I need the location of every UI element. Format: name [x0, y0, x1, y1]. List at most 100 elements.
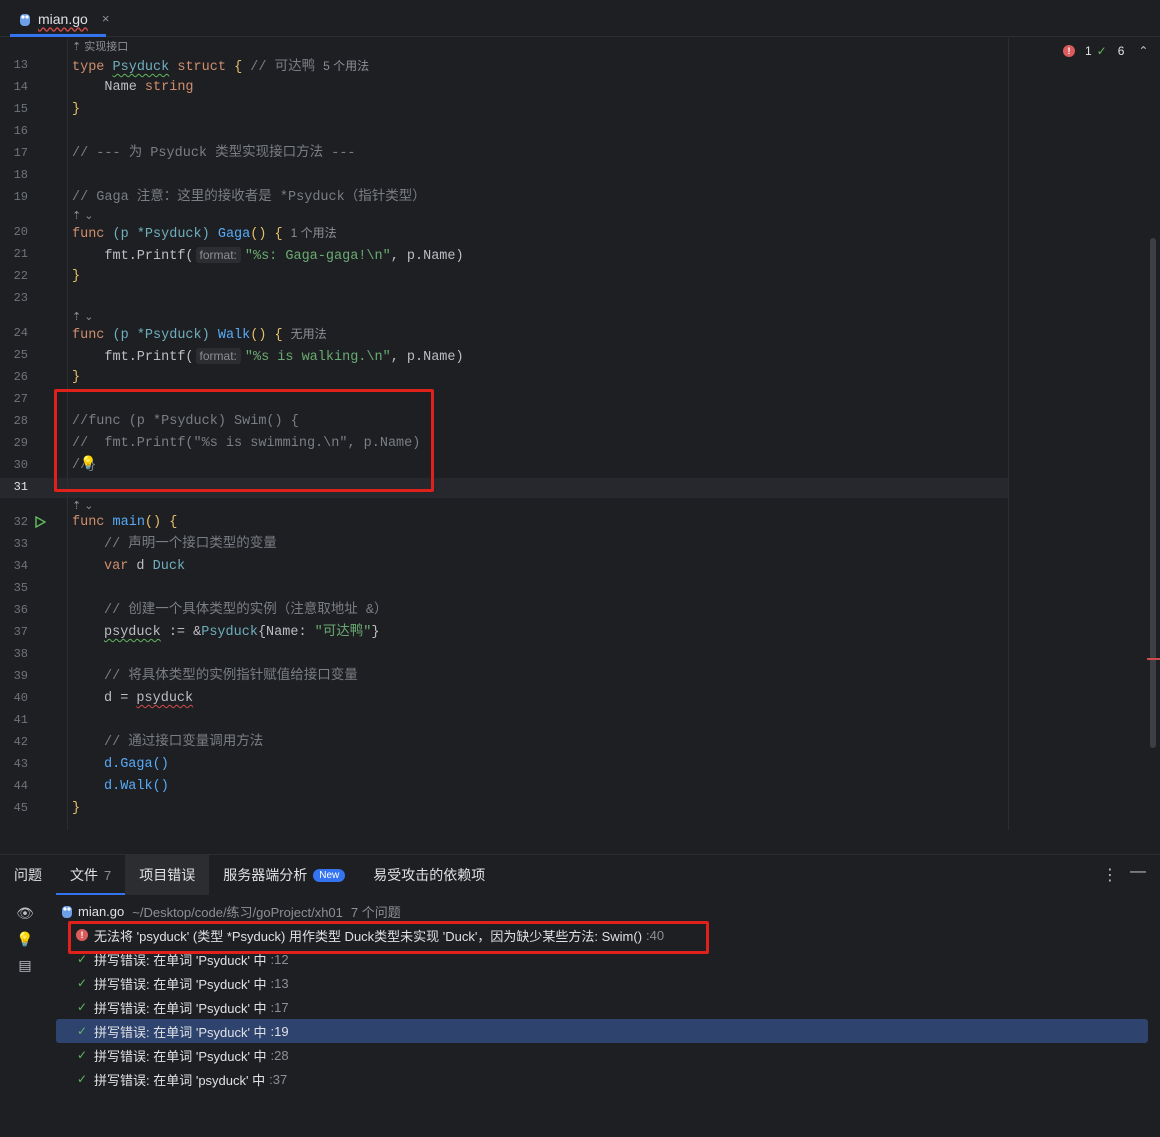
close-icon[interactable]: × [102, 11, 110, 26]
panel-side-toolbar: 👁 💡 ▤ [14, 905, 36, 983]
tab-filename: mian.go [38, 10, 88, 27]
line-number: 41 [13, 713, 28, 727]
code-line-37: psyduck := &Psyduck{Name: "可达鸭"} [104, 625, 380, 640]
vertical-scrollbar[interactable] [1150, 238, 1156, 748]
code-line-43: d.Gaga() [104, 757, 169, 772]
code-line-36: // 创建一个具体类型的实例（注意取地址 &） [104, 603, 388, 618]
eye-icon[interactable]: 👁 [14, 905, 36, 931]
implements-icon: ⇡ [72, 41, 85, 53]
minimize-icon[interactable]: — [1130, 863, 1146, 881]
code-line-19: // Gaga 注意：这里的接收者是 *Psyduck（指针类型） [72, 190, 426, 205]
problems-tab-bar: 问题 文件 7 项目错误 服务器端分析 New 易受攻击的依赖项 [0, 855, 1160, 895]
line-number: 40 [13, 691, 28, 705]
code-line-25: fmt.Printf(format: "%s is walking.\n", p.… [104, 348, 464, 365]
inspection-status[interactable]: !1 ✓6 ⌃ ⌄ [1063, 44, 1160, 58]
preview-icon[interactable]: ▤ [14, 957, 36, 983]
highlight-box-error [68, 921, 709, 954]
typo-icon: ✓ [76, 952, 88, 966]
code-line-39: // 将具体类型的实例指针赋值给接口变量 [104, 669, 358, 684]
error-marker[interactable] [1147, 658, 1160, 660]
code-line-15: } [72, 102, 81, 117]
line-number: 27 [13, 392, 28, 406]
warning-check-icon: ✓ [1096, 44, 1107, 58]
line-number: 21 [13, 247, 28, 261]
implements-annotation[interactable]: ⇡ 实现接口 [72, 38, 128, 54]
line-number: 36 [13, 603, 28, 617]
problem-line: :17 [270, 999, 289, 1015]
error-icon: ! [1063, 45, 1075, 57]
problem-text: 拼写错误: 在单词 'psyduck' 中 [94, 1072, 266, 1088]
tab-vulnerable-dependencies[interactable]: 易受攻击的依赖项 [359, 855, 499, 895]
line-number: 15 [13, 102, 28, 116]
go-gopher-icon [62, 906, 72, 918]
lightbulb-icon[interactable]: 💡 [14, 931, 36, 957]
code-line-13: type Psyduck struct { // 可达鸭 5 个用法 [72, 59, 370, 75]
line-number: 19 [13, 190, 28, 204]
problem-text: 拼写错误: 在单词 'Psyduck' 中 [94, 1048, 267, 1064]
line-number: 20 [13, 225, 28, 239]
line-number: 16 [13, 124, 28, 138]
file-path: ~/Desktop/code/练习/goProject/xh01 [132, 904, 343, 920]
file-node[interactable]: mian.go ~/Desktop/code/练习/goProject/xh01… [56, 899, 1148, 923]
line-number: 14 [13, 80, 28, 94]
code-line-17: // --- 为 Psyduck 类型实现接口方法 --- [72, 146, 356, 161]
line-number: 26 [13, 370, 28, 384]
error-count: 1 [1085, 44, 1092, 58]
line-number: 45 [13, 801, 28, 815]
problem-row-typo[interactable]: ✓ 拼写错误: 在单词 'psyduck' 中 :37 [56, 1067, 1148, 1091]
code-line-34: var d Duck [104, 559, 186, 574]
problem-line: :19 [270, 1023, 289, 1039]
tab-server-analysis[interactable]: 服务器端分析 New [209, 855, 359, 895]
editor-right-column: !1 ✓6 ⌃ ⌄ [1008, 38, 1160, 830]
file-name: mian.go [78, 903, 125, 919]
code-editor[interactable]: 13 14 15 16 17 18 19 20 21 22 23 24 25 2… [0, 38, 1008, 830]
line-number: 22 [13, 269, 28, 283]
run-icon[interactable] [34, 516, 46, 528]
code-line-22: } [72, 269, 81, 284]
line-number: 24 [13, 326, 28, 340]
line-number: 42 [13, 735, 28, 749]
line-number: 29 [13, 436, 28, 450]
problem-row-typo[interactable]: ✓ 拼写错误: 在单词 'Psyduck' 中 :17 [56, 995, 1148, 1019]
line-number: 32 [13, 515, 28, 529]
problem-row-typo[interactable]: ✓ 拼写错误: 在单词 'Psyduck' 中 :13 [56, 971, 1148, 995]
line-number: 37 [13, 625, 28, 639]
tab-file[interactable]: 文件 7 [56, 855, 126, 895]
problem-row-typo-selected[interactable]: ✓ 拼写错误: 在单词 'Psyduck' 中 :19 [56, 1019, 1148, 1043]
line-number: 25 [13, 348, 28, 362]
problem-line: :13 [270, 975, 289, 991]
line-number: 17 [13, 146, 28, 160]
code-line-32: func main() { [72, 515, 178, 530]
code-line-20: func (p *Psyduck) Gaga() {1 个用法 [72, 226, 337, 242]
code-line-26: } [72, 370, 81, 385]
code-line-45: } [72, 801, 81, 816]
chevron-up-icon[interactable]: ⌃ [1138, 44, 1148, 58]
file-tab-mian-go[interactable]: mian.go × [14, 0, 113, 37]
editor-tab-bar: mian.go × [0, 0, 1160, 37]
line-number: 34 [13, 559, 28, 573]
line-number: 18 [13, 168, 28, 182]
typo-icon: ✓ [76, 1072, 88, 1086]
problem-line: :28 [270, 1047, 289, 1063]
method-annotation-icon[interactable]: ⇡ ⌄ [72, 310, 94, 323]
active-tab-indicator [10, 34, 106, 37]
line-number: 38 [13, 647, 28, 661]
highlight-box-commented-swim [54, 389, 434, 492]
problem-row-typo[interactable]: ✓ 拼写错误: 在单词 'Psyduck' 中 :28 [56, 1043, 1148, 1067]
code-line-21: fmt.Printf(format: "%s: Gaga-gaga!\n", p.… [104, 247, 464, 264]
implements-label: 实现接口 [84, 41, 129, 53]
problem-text: 拼写错误: 在单词 'Psyduck' 中 [94, 976, 267, 992]
more-options-icon[interactable]: ⋮ [1102, 865, 1118, 885]
typo-icon: ✓ [76, 1000, 88, 1014]
problems-panel: 问题 文件 7 项目错误 服务器端分析 New 易受攻击的依赖项 ⋮ — 👁 💡 ▤… [0, 854, 1160, 1137]
tab-problems[interactable]: 问题 [0, 855, 56, 895]
line-number: 31 [13, 480, 28, 494]
tab-project-errors[interactable]: 项目错误 [125, 855, 210, 895]
typo-icon: ✓ [76, 1024, 88, 1038]
method-annotation-icon[interactable]: ⇡ ⌄ [72, 209, 94, 222]
code-line-14: Name string [104, 80, 194, 95]
method-annotation-icon[interactable]: ⇡ ⌄ [72, 499, 94, 512]
line-number: 23 [13, 291, 28, 305]
problem-text: 拼写错误: 在单词 'Psyduck' 中 [94, 1024, 267, 1040]
line-number: 44 [13, 779, 28, 793]
